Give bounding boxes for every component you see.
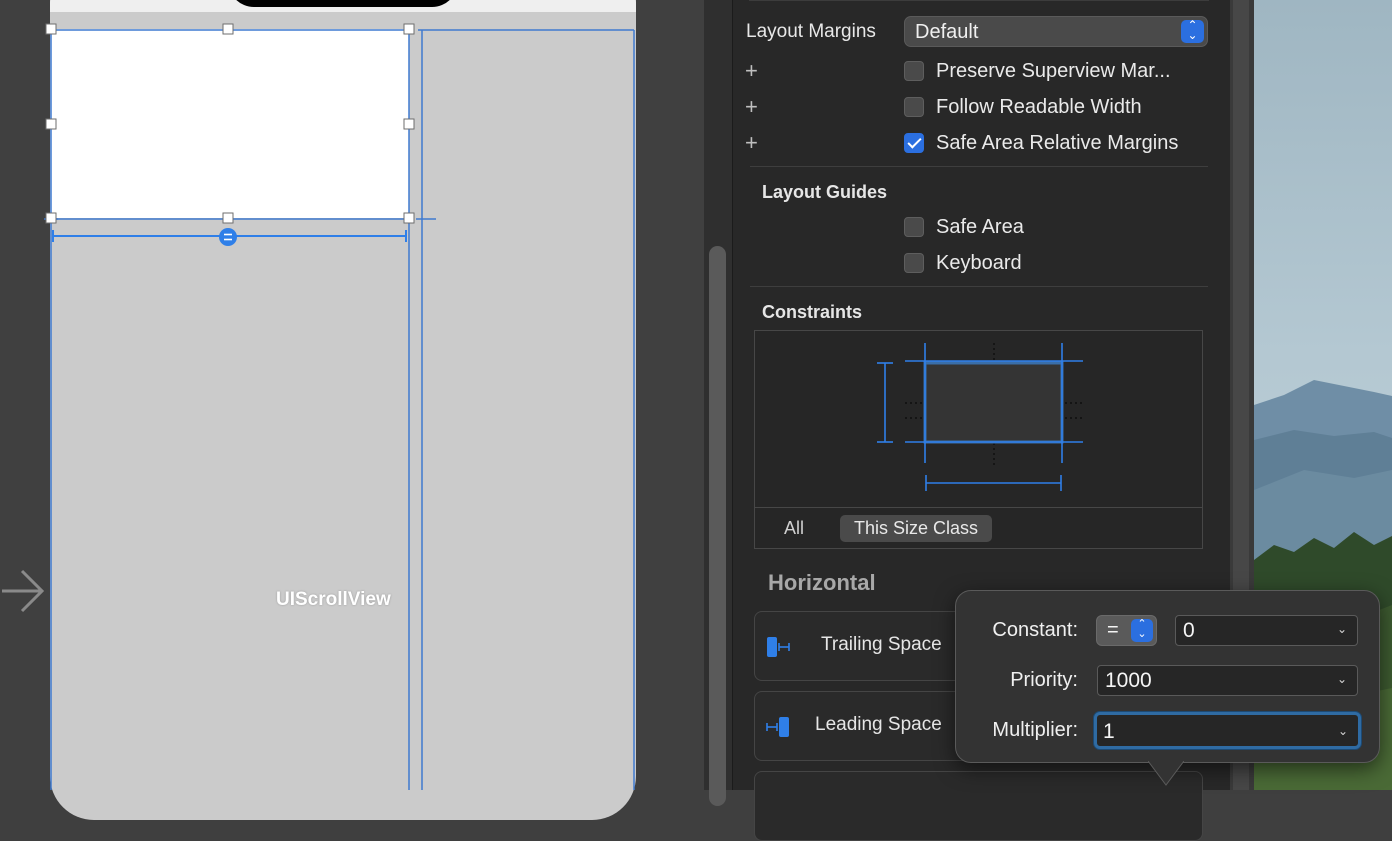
priority-label: Priority: (1010, 669, 1078, 691)
multiplier-value: 1 (1103, 720, 1115, 743)
equal-constraint-badge (219, 228, 237, 246)
section-divider (749, 0, 1209, 1)
safe-area-label: Safe Area (936, 216, 1024, 238)
priority-value: 1000 (1105, 669, 1152, 692)
popover-tail (1148, 761, 1184, 786)
add-variation-button-3[interactable]: + (745, 130, 758, 156)
safe-area-relative-margins-label: Safe Area Relative Margins (936, 132, 1179, 154)
canvas-scrollbar-thumb[interactable] (709, 246, 726, 806)
layout-margins-label: Layout Margins (746, 21, 876, 42)
preserve-superview-margins-checkbox[interactable] (904, 61, 924, 81)
layout-margins-popup[interactable]: Default ⌃ ⌄ (904, 16, 1208, 47)
multiplier-field[interactable]: 1 ⌄ (1094, 712, 1361, 749)
constraints-diagram[interactable] (755, 331, 1204, 507)
stepper-chevrons-icon: ⌃ ⌄ (1131, 619, 1153, 642)
trailing-space-icon (767, 637, 790, 657)
selection-overlay (44, 23, 635, 790)
stepper-chevrons-icon: ⌃ ⌄ (1181, 19, 1204, 43)
relation-popup[interactable]: = ⌃ ⌄ (1096, 615, 1157, 646)
section-divider (750, 286, 1208, 287)
constraint-edit-popover: Constant: = ⌃ ⌄ 0 ⌄ Priority: 1000 ⌄ Mult… (955, 590, 1380, 763)
add-variation-button-2[interactable]: + (745, 94, 758, 120)
multiplier-label: Multiplier: (992, 719, 1078, 741)
segment-this-size-class[interactable]: This Size Class (840, 515, 993, 542)
safe-area-relative-margins-checkbox[interactable] (904, 133, 924, 153)
chevron-down-icon[interactable]: ⌄ (1337, 672, 1347, 686)
constraints-title: Constraints (762, 302, 863, 322)
layout-guides-title: Layout Guides (762, 182, 888, 202)
storyboard-canvas[interactable]: UIScrollView (0, 0, 704, 820)
constant-field[interactable]: 0 ⌄ (1175, 615, 1358, 646)
chevron-down-icon[interactable]: ⌄ (1337, 622, 1347, 636)
constant-label: Constant: (992, 619, 1078, 641)
add-variation-button-1[interactable]: + (745, 58, 758, 84)
horizontal-title: Horizontal (768, 570, 876, 595)
preserve-superview-margins-label: Preserve Superview Mar... (936, 60, 1171, 82)
keyboard-label: Keyboard (936, 252, 1022, 274)
layout-margins-value: Default (915, 21, 979, 43)
follow-readable-width-label: Follow Readable Width (936, 96, 1142, 118)
leading-space-label: Leading Space (815, 714, 942, 735)
safe-area-checkbox[interactable] (904, 217, 924, 237)
keyboard-checkbox[interactable] (904, 253, 924, 273)
follow-readable-width-checkbox[interactable] (904, 97, 924, 117)
priority-field[interactable]: 1000 ⌄ (1097, 665, 1358, 696)
segment-all[interactable]: All (770, 515, 818, 542)
constraints-diagram-panel: All This Size Class (754, 330, 1203, 549)
entry-point-arrow-icon (2, 569, 45, 613)
constraint-row[interactable] (754, 771, 1203, 841)
trailing-space-label: Trailing Space (821, 634, 942, 655)
relation-value: = (1107, 619, 1119, 641)
constraints-divider (755, 507, 1202, 508)
chevron-down-icon[interactable]: ⌄ (1338, 724, 1348, 738)
section-divider (750, 166, 1208, 167)
constant-value: 0 (1183, 619, 1195, 642)
leading-space-icon (766, 717, 789, 737)
